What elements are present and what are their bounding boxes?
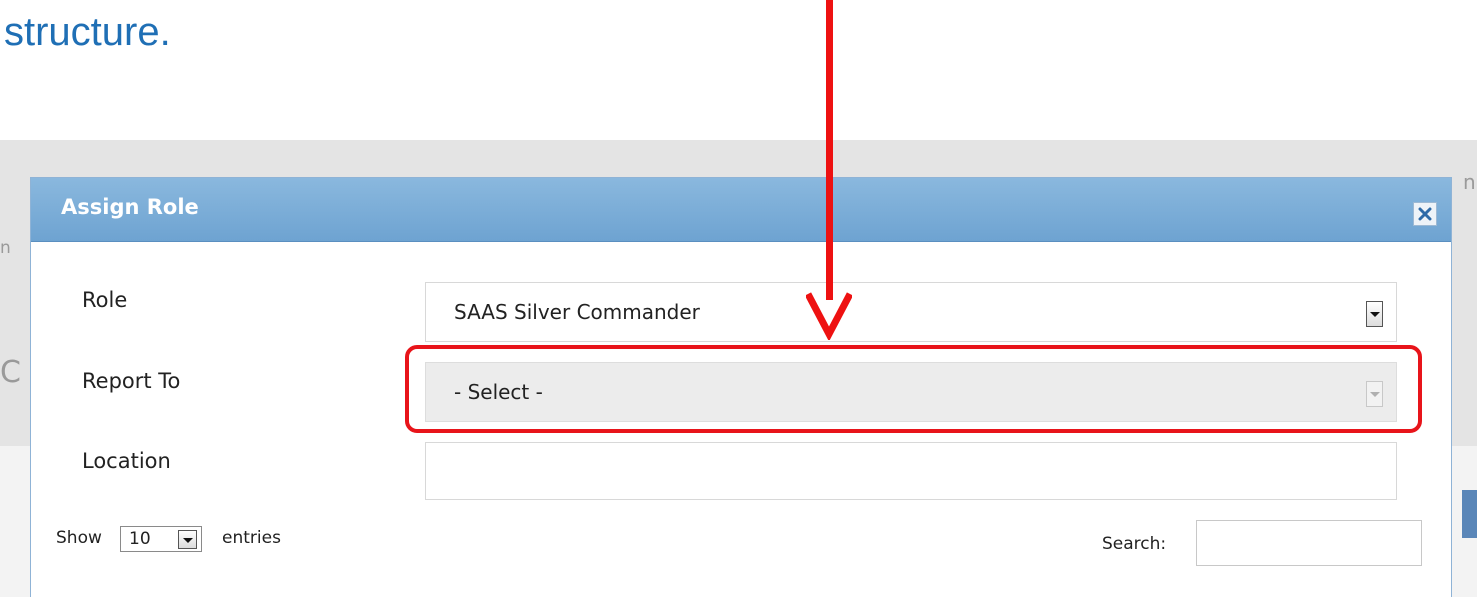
- dialog-header: Assign Role: [31, 178, 1451, 242]
- close-button[interactable]: [1413, 202, 1437, 226]
- page-length-dropdown-button[interactable]: [178, 530, 197, 549]
- annotation-arrow-head: [806, 292, 852, 340]
- role-select[interactable]: SAAS Silver Commander: [425, 282, 1397, 342]
- background-button-fragment: [1462, 490, 1477, 538]
- location-input[interactable]: [425, 442, 1397, 500]
- background-fragment-left-heading: C: [0, 355, 21, 390]
- role-label: Role: [82, 288, 128, 312]
- role-select-value: SAAS Silver Commander: [454, 300, 700, 324]
- location-label: Location: [82, 449, 171, 473]
- search-input[interactable]: [1196, 520, 1422, 566]
- search-label: Search:: [1102, 534, 1167, 554]
- dialog-title: Assign Role: [61, 195, 199, 219]
- report-to-label: Report To: [82, 369, 181, 393]
- background-fragment-top-right: n: [1463, 170, 1476, 194]
- page-length-value: 10: [129, 529, 151, 549]
- annotation-arrow-shaft: [826, 0, 833, 300]
- slide-caption: structure.: [4, 10, 171, 54]
- role-dropdown-button[interactable]: [1366, 301, 1383, 327]
- background-fragment-left: n: [0, 238, 11, 258]
- chevron-down-icon: [1370, 312, 1380, 317]
- annotation-highlight-box: [405, 345, 1422, 433]
- chevron-down-icon: [183, 538, 193, 543]
- entries-label: entries: [222, 528, 281, 548]
- close-icon: [1418, 207, 1432, 221]
- show-label: Show: [56, 528, 102, 548]
- page-length-select[interactable]: 10: [120, 526, 202, 552]
